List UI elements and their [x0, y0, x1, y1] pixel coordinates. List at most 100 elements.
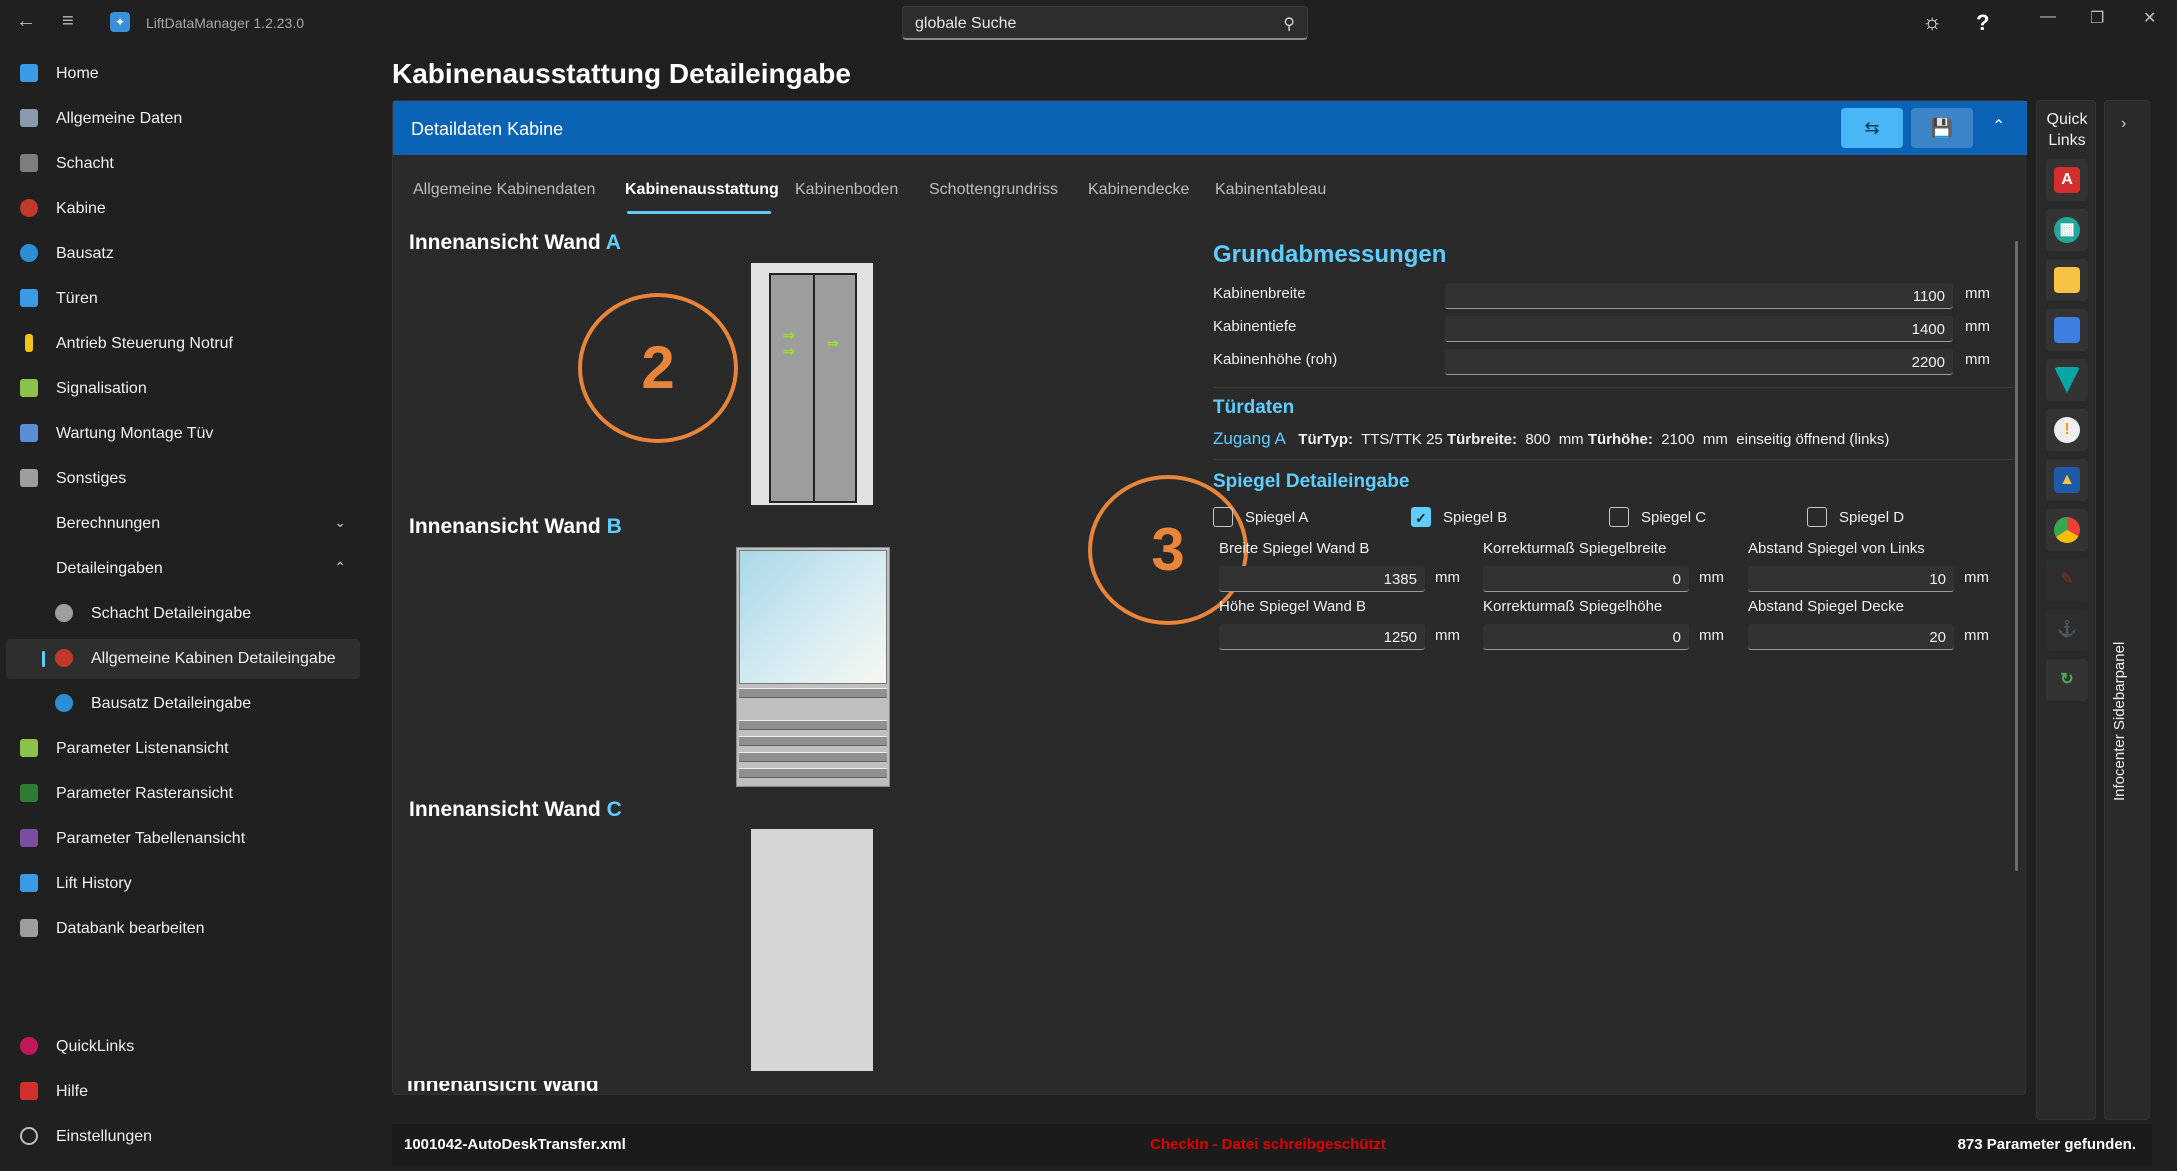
- folder-icon[interactable]: [2046, 259, 2088, 301]
- theme-toggle-icon[interactable]: ☼: [1922, 9, 1942, 35]
- tab-kabinendecke[interactable]: Kabinendecke: [1088, 181, 1189, 199]
- pdf-icon[interactable]: A: [2046, 159, 2088, 201]
- back-arrow-icon[interactable]: ←: [16, 10, 36, 33]
- sidebar-item-schacht[interactable]: Schacht: [6, 144, 360, 184]
- korrektur-hoehe-input[interactable]: 0: [1483, 624, 1689, 650]
- sidebar-item-parameter-rasteransicht[interactable]: Parameter Rasteransicht: [6, 774, 360, 814]
- chevron-up-icon[interactable]: ⌃: [1992, 116, 2005, 136]
- abstand-decke-input[interactable]: 20: [1748, 624, 1954, 650]
- sidebar-item-schacht-detaileingabe[interactable]: Schacht Detaileingabe: [6, 594, 360, 634]
- minimize-button[interactable]: —: [2040, 8, 2056, 26]
- search-icon[interactable]: ⚲: [1283, 14, 1295, 34]
- sidebar-item-detaileingaben[interactable]: Detaileingaben ⌃: [6, 549, 360, 589]
- breite-spiegel-label: Breite Spiegel Wand B: [1219, 540, 1370, 557]
- sidebar-item-label: Wartung Montage Tüv: [56, 425, 214, 442]
- tab-kabinenausstattung[interactable]: Kabinenausstattung: [625, 181, 779, 199]
- sync-button[interactable]: ⇆: [1841, 108, 1903, 148]
- spiegel-c-checkbox[interactable]: [1609, 507, 1629, 527]
- sidebar-item-signalisation[interactable]: Signalisation: [6, 369, 360, 409]
- tab-schottengrundriss[interactable]: Schottengrundriss: [929, 181, 1058, 199]
- sidebar-item-sonstiges[interactable]: Sonstiges: [6, 459, 360, 499]
- chevron-right-icon[interactable]: ›: [2121, 115, 2126, 133]
- sidebar-item-label: Schacht: [56, 155, 114, 172]
- sidebar-item-label: Parameter Rasteransicht: [56, 785, 233, 802]
- wall-letter: C: [606, 798, 622, 821]
- sidebar-item-tueren[interactable]: Türen: [6, 279, 360, 319]
- status-warning: CheckIn - Datei schreibgeschützt: [1150, 1136, 1386, 1153]
- help-icon[interactable]: ?: [1976, 10, 1989, 36]
- refresh-icon[interactable]: ↻: [2046, 659, 2088, 701]
- sidebar-item-home[interactable]: Home: [6, 54, 360, 94]
- save-button[interactable]: 💾: [1911, 108, 1973, 148]
- sidebar-item-databank[interactable]: Databank bearbeiten: [6, 909, 360, 949]
- spiegel-a-checkbox[interactable]: [1213, 507, 1233, 527]
- infocenter-sidebar[interactable]: › Infocenter Sidebarpanel: [2104, 100, 2150, 1120]
- cd-warning-icon[interactable]: !: [2046, 409, 2088, 451]
- folder-blue-icon[interactable]: [2046, 309, 2088, 351]
- spiegel-d-checkbox[interactable]: [1807, 507, 1827, 527]
- breite-spiegel-input[interactable]: 1385: [1219, 566, 1425, 592]
- close-button[interactable]: ✕: [2143, 8, 2156, 28]
- kabinentiefe-input[interactable]: 1400: [1445, 316, 1953, 342]
- unit-label: mm: [1558, 431, 1584, 448]
- tuertyp-label: TürTyp:: [1298, 431, 1354, 448]
- sidebar-item-label: Parameter Tabellenansicht: [56, 830, 246, 847]
- korrektur-breite-input[interactable]: 0: [1483, 566, 1689, 592]
- hamburger-menu-icon[interactable]: ≡: [62, 10, 74, 33]
- sidebar-item-kabinen-detaileingabe[interactable]: Allgemeine Kabinen Detaileingabe: [6, 639, 360, 679]
- sidebar-item-bausatz-detaileingabe[interactable]: Bausatz Detaileingabe: [6, 684, 360, 724]
- bausatz-icon[interactable]: ▲: [2046, 459, 2088, 501]
- sidebar-item-label: QuickLinks: [56, 1038, 135, 1055]
- quicklinks-title: Quick Links: [2037, 109, 2097, 151]
- hoehe-spiegel-label: Höhe Spiegel Wand B: [1219, 598, 1367, 615]
- anchor-icon[interactable]: ⚓: [2046, 609, 2088, 651]
- calculator-icon[interactable]: ▦: [2046, 209, 2088, 251]
- hoehe-spiegel-input[interactable]: 1250: [1219, 624, 1425, 650]
- database-icon: [20, 919, 38, 937]
- mirror-pane: [739, 550, 887, 684]
- global-search-input[interactable]: globale Suche ⚲: [902, 6, 1308, 40]
- tuerbreite-value: 800: [1525, 431, 1551, 448]
- vertical-scrollbar[interactable]: [2015, 241, 2018, 871]
- chevron-down-icon[interactable]: ⌄: [334, 514, 346, 531]
- gear-icon: [55, 604, 73, 622]
- search-input-text[interactable]: globale Suche: [915, 15, 1016, 33]
- building-icon: [20, 109, 38, 127]
- sidebar-item-kabine[interactable]: Kabine: [6, 189, 360, 229]
- arrow-right-icon: ⇒: [827, 335, 839, 351]
- sidebar-item-quicklinks[interactable]: QuickLinks: [6, 1027, 360, 1067]
- sidebar-item-parameter-listenansicht[interactable]: Parameter Listenansicht: [6, 729, 360, 769]
- tab-kabinenboden[interactable]: Kabinenboden: [795, 181, 898, 199]
- kabinenhoehe-input[interactable]: 2200: [1445, 349, 1953, 375]
- sidebar-item-berechnungen[interactable]: Berechnungen ⌄: [6, 504, 360, 544]
- sidebar-item-einstellungen[interactable]: Einstellungen: [6, 1117, 360, 1157]
- divider: [1213, 459, 2013, 460]
- sidebar-item-antrieb[interactable]: Antrieb Steuerung Notruf: [6, 324, 360, 364]
- sidebar-item-allgemeine-daten[interactable]: Allgemeine Daten: [6, 99, 360, 139]
- kabinenbreite-input[interactable]: 1100: [1445, 283, 1953, 309]
- abstand-links-input[interactable]: 10: [1748, 566, 1954, 592]
- sidebar-item-label: Signalisation: [56, 380, 147, 397]
- kabinenbreite-label: Kabinenbreite: [1213, 285, 1306, 302]
- cabin-gear-icon: [55, 649, 73, 667]
- sidebar-item-label: Detaileingaben: [56, 560, 163, 577]
- pin-icon[interactable]: ✎: [2046, 559, 2088, 601]
- grid-icon: [20, 784, 38, 802]
- spiegel-b-checkbox[interactable]: ✓: [1411, 507, 1431, 527]
- sidebar-item-hilfe[interactable]: Hilfe: [6, 1072, 360, 1112]
- tab-kabinentableau[interactable]: Kabinentableau: [1215, 181, 1326, 199]
- sidebar-item-label: Sonstiges: [56, 470, 127, 487]
- sidebar-item-lift-history[interactable]: Lift History: [6, 864, 360, 904]
- sidebar-item-wartung[interactable]: Wartung Montage Tüv: [6, 414, 360, 454]
- sidebar-item-parameter-tabellenansicht[interactable]: Parameter Tabellenansicht: [6, 819, 360, 859]
- vault-icon[interactable]: [2046, 359, 2088, 401]
- chevron-up-icon[interactable]: ⌃: [334, 559, 346, 576]
- maximize-button[interactable]: ❐: [2090, 8, 2104, 28]
- sidebar-item-bausatz[interactable]: Bausatz: [6, 234, 360, 274]
- door-icon: [20, 289, 38, 307]
- tab-allgemeine-kabinendaten[interactable]: Allgemeine Kabinendaten: [413, 181, 595, 199]
- handrail: [739, 720, 887, 730]
- wall-a-title: Innenansicht Wand A: [409, 231, 621, 255]
- chrome-icon[interactable]: [2046, 509, 2088, 551]
- kit-icon: [20, 244, 38, 262]
